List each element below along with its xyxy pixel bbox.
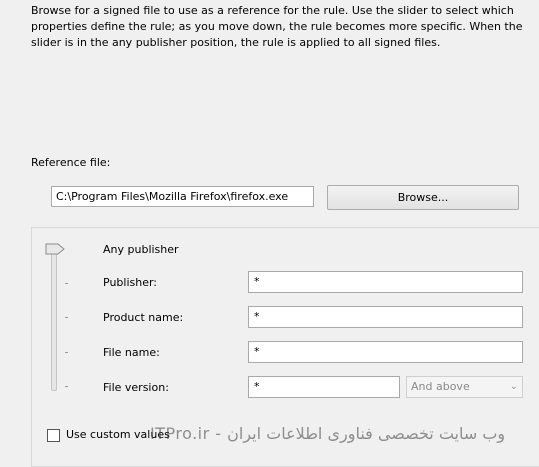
slider-tick — [65, 283, 68, 284]
reference-file-path-field[interactable]: C:\Program Files\Mozilla Firefox\firefox… — [51, 186, 314, 207]
version-comparison-value: And above — [411, 380, 470, 393]
use-custom-values-checkbox[interactable] — [47, 429, 60, 442]
file-name-label: File name: — [103, 346, 160, 359]
file-version-label: File version: — [103, 381, 169, 394]
publisher-label: Publisher: — [103, 276, 158, 289]
version-comparison-select[interactable]: And above ⌄ — [406, 376, 523, 398]
product-name-label: Product name: — [103, 311, 184, 324]
any-publisher-label: Any publisher — [103, 243, 179, 256]
publisher-field[interactable]: * — [248, 271, 523, 293]
instructions-text: Browse for a signed file to use as a ref… — [31, 4, 523, 49]
reference-file-label: Reference file: — [31, 156, 111, 169]
slider-tick — [65, 386, 68, 387]
file-version-field[interactable]: * — [248, 376, 400, 398]
watermark-text: ITPro.ir - وب سایت تخصصی فناوری اطلاعات … — [150, 424, 506, 443]
slider-tick — [65, 317, 68, 318]
product-name-field[interactable]: * — [248, 306, 523, 328]
browse-button[interactable]: Browse... — [327, 185, 519, 210]
chevron-down-icon: ⌄ — [509, 381, 518, 392]
slider-thumb-icon[interactable] — [45, 243, 65, 255]
file-name-field[interactable]: * — [248, 341, 523, 363]
slider-tick — [65, 352, 68, 353]
specificity-slider-track[interactable] — [51, 252, 57, 391]
